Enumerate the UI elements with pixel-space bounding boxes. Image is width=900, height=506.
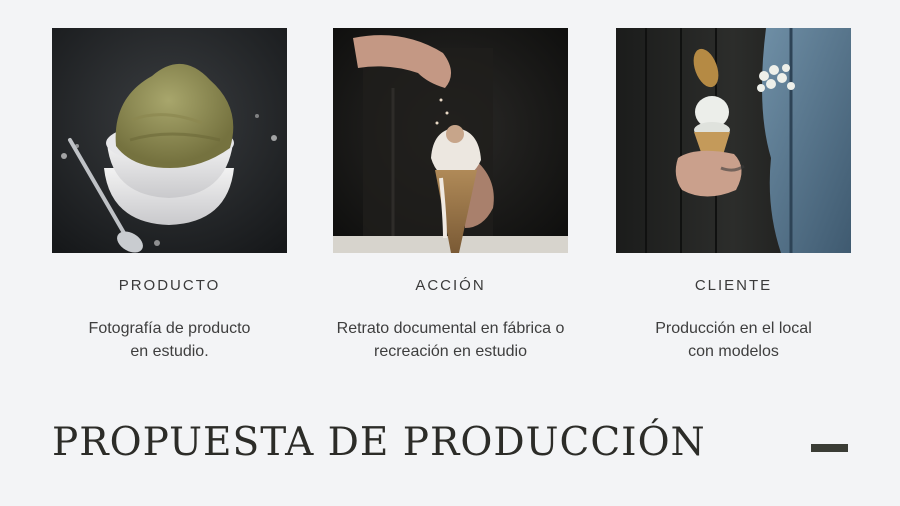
card-title: ACCIÓN	[415, 277, 486, 294]
matcha-ice-cream-photo	[52, 28, 287, 253]
card-cliente: CLIENTE Producción en el local con model…	[616, 28, 851, 363]
card-title: CLIENTE	[694, 277, 773, 294]
card-description: Producción en el local con modelos	[655, 320, 812, 360]
card-title: PRODUCTO	[118, 277, 221, 294]
page-title: PROPUESTA DE PRODUCCIÓN	[52, 420, 706, 465]
card-producto: PRODUCTO Fotografía de producto en estud…	[52, 28, 287, 363]
ice-cream-cone-sprinkles-photo	[333, 28, 568, 253]
accent-dash	[811, 444, 848, 452]
card-accion: ACCIÓN Retrato documental en fábrica o r…	[333, 28, 568, 363]
card-description: Fotografía de producto en estudio.	[88, 320, 251, 360]
card-description: Retrato documental en fábrica o recreaci…	[336, 320, 565, 360]
customer-holding-ice-cream-photo	[616, 28, 851, 253]
